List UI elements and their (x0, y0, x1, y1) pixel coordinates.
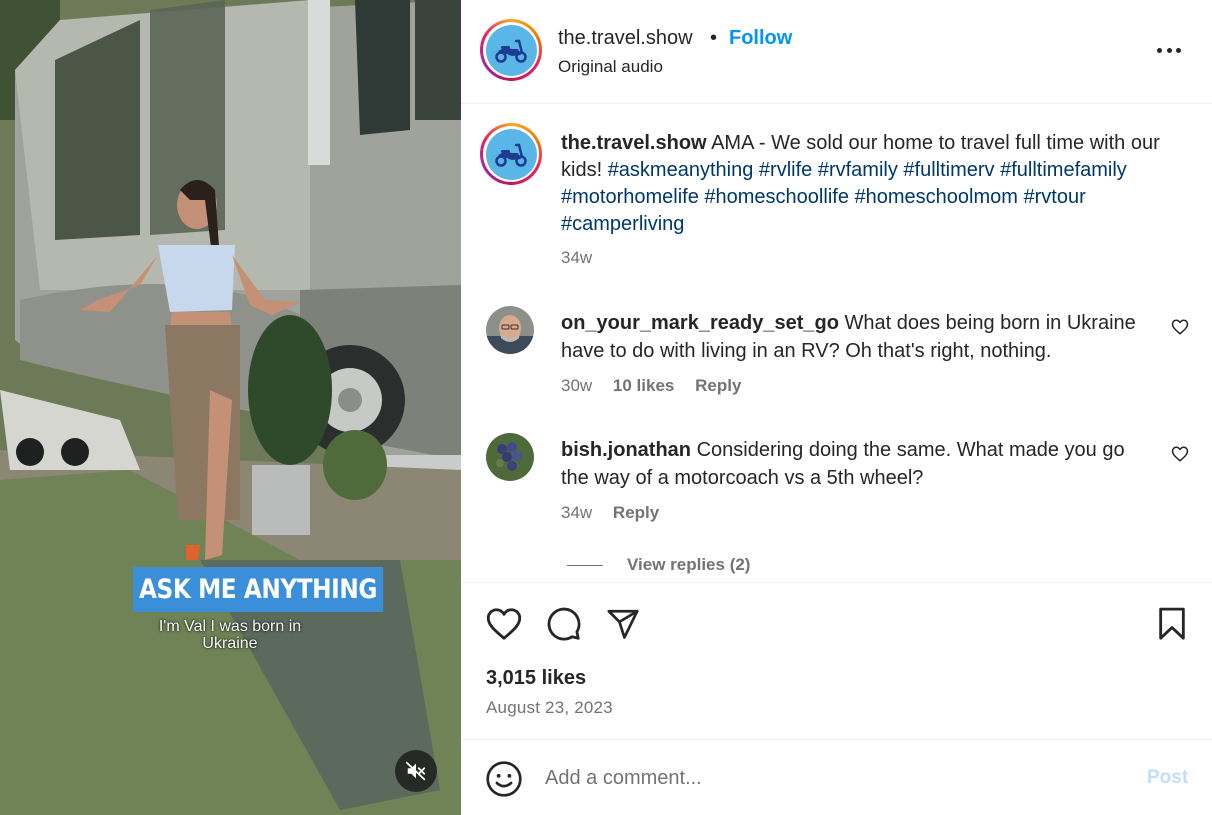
share-button[interactable] (604, 605, 642, 643)
commenter-avatar[interactable] (486, 433, 534, 481)
comment-text: on_your_mark_ready_set_go What does bein… (561, 309, 1151, 365)
author-username[interactable]: the.travel.show (558, 27, 693, 50)
caption-author-avatar[interactable] (480, 123, 542, 185)
more-horizontal-icon (1157, 47, 1162, 53)
hashtag-link[interactable]: #rvlife (759, 159, 812, 181)
bookmark-icon (1159, 607, 1185, 640)
post-panel: the.travel.show • Follow Original audio (461, 0, 1212, 815)
caption-text: the.travel.show AMA - We sold our home t… (561, 130, 1171, 238)
post-actions: 3,015 likes August 23, 2023 (461, 582, 1212, 739)
hashtag-link[interactable]: #motorhomelife (561, 186, 699, 208)
comment-bubble-icon (547, 607, 581, 641)
video-frame (0, 0, 461, 815)
heart-icon[interactable] (1171, 318, 1189, 336)
view-replies-button[interactable]: View replies (2) (567, 555, 750, 575)
commenter-username[interactable]: on_your_mark_ready_set_go (561, 312, 839, 334)
commenter-username[interactable]: bish.jonathan (561, 439, 691, 461)
comment-input[interactable] (545, 758, 1125, 798)
caption-timestamp[interactable]: 34w (561, 248, 592, 268)
hashtag-link[interactable]: #rvtour (1023, 186, 1085, 208)
comment-time[interactable]: 34w (561, 503, 592, 522)
comment-button[interactable] (545, 605, 583, 643)
grapes-photo-icon (486, 433, 534, 481)
video-caption-title: ASK ME ANYTHING (133, 567, 384, 612)
hashtag-link[interactable]: #fulltimefamily (1000, 159, 1127, 181)
hashtag-link[interactable]: #camperliving (561, 213, 684, 235)
commenter-avatar[interactable] (486, 306, 534, 354)
hashtag-link[interactable]: #askmeanything (608, 159, 754, 181)
view-replies-label: View replies (2) (627, 555, 751, 574)
replies-divider (567, 564, 603, 566)
comment-time[interactable]: 30w (561, 376, 592, 395)
paper-plane-icon (607, 609, 639, 639)
heart-icon[interactable] (1171, 445, 1189, 463)
person-photo-icon (486, 306, 534, 354)
post-comment-button[interactable]: Post (1147, 767, 1188, 789)
smiley-icon (486, 761, 522, 797)
hashtag-link[interactable]: #homeschoollife (704, 186, 849, 208)
scooter-logo-icon (495, 39, 527, 63)
video-caption-subtitle: I'm Val I was born in Ukraine (158, 618, 302, 652)
add-comment-bar: Post (461, 739, 1212, 815)
emoji-button[interactable] (485, 760, 523, 798)
caption-username[interactable]: the.travel.show (561, 132, 707, 154)
hashtag-link[interactable]: #homeschoolmom (855, 186, 1018, 208)
like-button[interactable] (485, 605, 523, 643)
comment-meta: 34w Reply (561, 503, 675, 523)
follow-button[interactable]: Follow (729, 27, 792, 50)
hashtag-link[interactable]: #fulltimerv (903, 159, 994, 181)
mute-toggle-button[interactable] (395, 750, 437, 792)
heart-icon (486, 608, 522, 640)
save-button[interactable] (1153, 605, 1191, 643)
reel-video[interactable]: ASK ME ANYTHING I'm Val I was born in Uk… (0, 0, 461, 815)
comment-meta: 30w 10 likes Reply (561, 376, 757, 396)
separator-dot: • (710, 27, 718, 49)
author-avatar[interactable] (480, 19, 542, 81)
hashtag-link[interactable]: #rvfamily (818, 159, 898, 181)
likes-count[interactable]: 3,015 likes (486, 667, 586, 690)
reply-button[interactable]: Reply (695, 376, 741, 395)
scooter-logo-icon (495, 143, 527, 167)
more-options-button[interactable] (1154, 38, 1184, 62)
audio-link[interactable]: Original audio (558, 57, 663, 77)
comment-likes[interactable]: 10 likes (613, 376, 674, 395)
post-header: the.travel.show • Follow Original audio (461, 0, 1212, 104)
comment-text: bish.jonathan Considering doing the same… (561, 436, 1151, 492)
reply-button[interactable]: Reply (613, 503, 659, 522)
post-date[interactable]: August 23, 2023 (486, 698, 613, 718)
speaker-muted-icon (405, 761, 426, 781)
